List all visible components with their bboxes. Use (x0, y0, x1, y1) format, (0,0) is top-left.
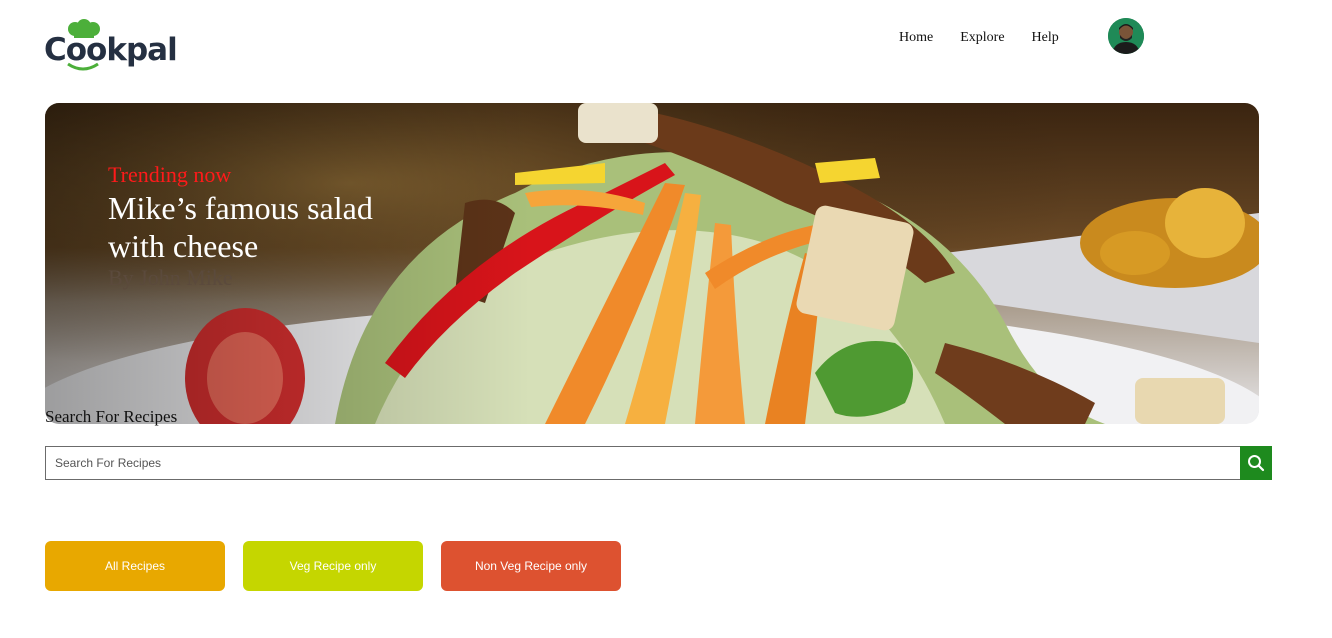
cookpal-logo[interactable]: Cookpal (44, 18, 184, 74)
logo-graphic: Cookpal (44, 19, 178, 71)
search-button[interactable] (1240, 446, 1272, 480)
main-nav: Home Explore Help (899, 30, 1086, 46)
hero-text: Trending now Mike’s famous salad with ch… (108, 161, 428, 291)
nav-help-link[interactable]: Help (1032, 30, 1059, 46)
user-avatar-icon (1108, 18, 1144, 54)
hero-author: By John Mike (108, 265, 233, 290)
search-icon (1248, 455, 1265, 472)
logo-wordmark: Cookpal (44, 32, 177, 68)
hero-banner[interactable]: Trending now Mike’s famous salad with ch… (45, 103, 1259, 424)
search-label: Search For Recipes (45, 407, 178, 426)
recipe-filter-group: All Recipes Veg Recipe only Non Veg Reci… (45, 541, 639, 591)
non-veg-recipe-button[interactable]: Non Veg Recipe only (441, 541, 621, 591)
hero-title[interactable]: Mike’s famous salad with cheese (108, 189, 428, 265)
search-input[interactable] (45, 446, 1251, 480)
nav-home-link[interactable]: Home (899, 30, 933, 46)
user-avatar[interactable] (1108, 18, 1144, 54)
veg-recipe-button[interactable]: Veg Recipe only (243, 541, 423, 591)
hero-eyebrow: Trending now (108, 162, 232, 187)
all-recipes-button[interactable]: All Recipes (45, 541, 225, 591)
nav-explore-link[interactable]: Explore (960, 30, 1004, 46)
